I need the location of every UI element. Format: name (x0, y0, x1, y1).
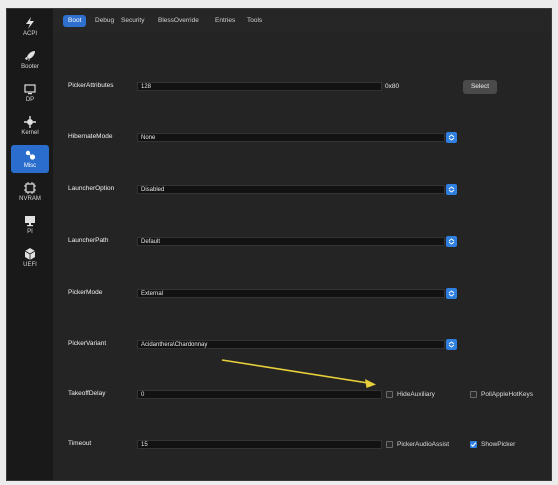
chevron-updown-icon (448, 341, 455, 348)
tab-bless-override[interactable]: BlessOverride (158, 15, 199, 27)
launcher-path-label: LauncherPath (68, 237, 109, 244)
chevron-updown-icon (448, 238, 455, 245)
picker-mode-dropdown-button[interactable] (446, 288, 457, 299)
picker-attributes-input[interactable]: 128 (137, 82, 382, 91)
hibernate-mode-select[interactable]: None (137, 133, 445, 142)
show-picker-label: ShowPicker (481, 441, 516, 448)
picker-audio-assist-label: PickerAudioAssist (397, 441, 450, 448)
chevron-updown-icon (448, 290, 455, 297)
checkmark-icon (470, 442, 477, 448)
sidebar-item-pi[interactable]: PI (11, 211, 49, 239)
launcher-option-dropdown-button[interactable] (446, 184, 457, 195)
hide-auxiliary-label: HideAuxiliary (397, 391, 435, 398)
picker-audio-assist-checkbox[interactable]: PickerAudioAssist (386, 441, 449, 448)
sidebar-item-kernel[interactable]: Kernel (11, 112, 49, 140)
sidebar-item-label: ACPI (22, 31, 37, 37)
takeoff-delay-label: TakeoffDelay (68, 390, 106, 397)
timeout-input[interactable]: 15 (137, 440, 382, 449)
sidebar-item-acpi[interactable]: ACPI (11, 13, 49, 41)
select-button[interactable]: Select (463, 80, 497, 94)
tab-debug[interactable]: Debug (95, 15, 114, 27)
takeoff-delay-input[interactable]: 0 (137, 390, 382, 399)
sidebar-item-label: UEFI (23, 262, 37, 268)
tab-boot[interactable]: Boot (63, 15, 87, 27)
rocket-icon (25, 51, 35, 61)
show-picker-checkbox[interactable]: ShowPicker (470, 441, 515, 448)
sidebar-item-label: Misc (23, 163, 37, 169)
poll-apple-hot-keys-checkbox[interactable]: PollAppleHotKeys (470, 391, 533, 398)
sidebar-item-uefi[interactable]: UEFI (11, 244, 49, 272)
picker-mode-label: PickerMode (68, 289, 103, 296)
launcher-path-select[interactable]: Default (137, 237, 445, 246)
picker-attributes-hex: 0x80 (385, 83, 400, 90)
picker-attributes-label: PickerAttributes (68, 82, 114, 89)
lightning-icon (26, 17, 34, 29)
platform-icon (25, 216, 35, 227)
poll-apple-hot-keys-box[interactable] (470, 391, 477, 398)
picker-variant-label: PickerVariant (68, 340, 107, 347)
misc-icon (25, 150, 36, 160)
tab-entries[interactable]: Entries (215, 15, 235, 27)
sidebar-item-misc[interactable]: Misc (11, 145, 49, 173)
picker-audio-assist-box[interactable] (386, 441, 393, 448)
launcher-path-dropdown-button[interactable] (446, 236, 457, 247)
launcher-option-label: LauncherOption (68, 185, 115, 192)
show-picker-box[interactable] (470, 441, 477, 448)
sidebar-item-dp[interactable]: DP (11, 79, 49, 107)
sidebar-item-booter[interactable]: Booter (11, 46, 49, 74)
tab-security[interactable]: Security (121, 15, 144, 27)
launcher-option-select[interactable]: Disabled (137, 185, 445, 194)
hide-auxiliary-checkbox[interactable]: HideAuxiliary (386, 391, 435, 398)
picker-variant-dropdown-button[interactable] (446, 339, 457, 350)
sidebar-item-label: Kernel (21, 130, 39, 136)
timeout-label: Timeout (68, 440, 92, 447)
hide-auxiliary-box[interactable] (386, 391, 393, 398)
sidebar-item-label: DP (25, 97, 35, 103)
chevron-updown-icon (448, 134, 455, 141)
sidebar: ACPI Booter DP Kernel Misc NVRAM PI UEFI (7, 9, 53, 480)
uefi-icon (24, 248, 36, 260)
hibernate-mode-dropdown-button[interactable] (446, 132, 457, 143)
display-icon (24, 84, 36, 95)
main-panel: Boot Debug Security BlessOverride Entrie… (53, 9, 551, 480)
hibernate-mode-label: HibernateMode (68, 133, 113, 140)
sidebar-item-label: PI (27, 229, 33, 235)
app-window: ACPI Booter DP Kernel Misc NVRAM PI UEFI… (6, 8, 552, 481)
sidebar-item-label: Booter (21, 64, 39, 70)
sidebar-item-nvram[interactable]: NVRAM (11, 178, 49, 206)
tab-bar: Boot Debug Security BlessOverride Entrie… (53, 9, 551, 33)
tab-tools[interactable]: Tools (247, 15, 262, 27)
poll-apple-hot-keys-label: PollAppleHotKeys (481, 391, 534, 398)
sidebar-item-label: NVRAM (19, 196, 41, 202)
kernel-icon (24, 116, 36, 128)
picker-variant-select[interactable]: Acidanthera\Chardonnay (137, 340, 445, 349)
picker-mode-select[interactable]: External (137, 289, 445, 298)
nvram-icon (24, 182, 36, 194)
chevron-updown-icon (448, 186, 455, 193)
